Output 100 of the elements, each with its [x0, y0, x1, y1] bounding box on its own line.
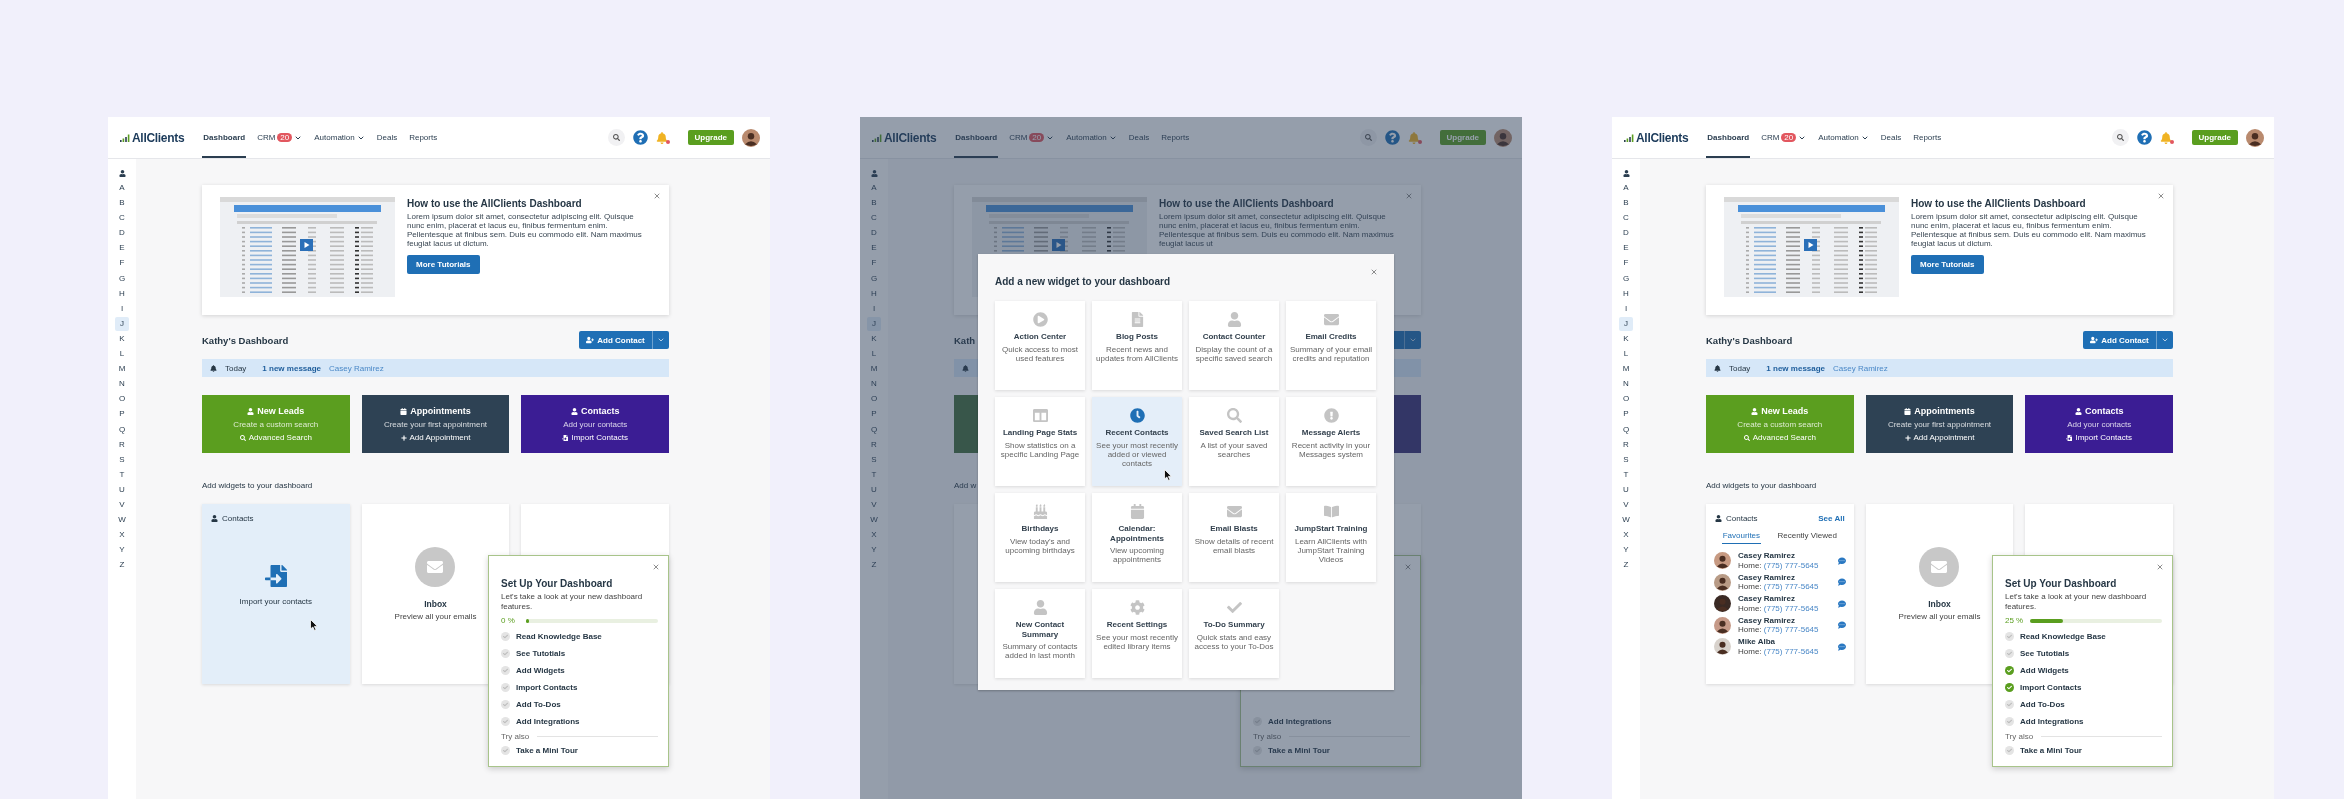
card-action-link[interactable]: Add Appointment — [400, 433, 471, 442]
check-circle-icon[interactable] — [501, 683, 510, 692]
letter-filter[interactable]: D — [1619, 226, 1633, 241]
bell-icon[interactable] — [1407, 131, 1420, 144]
search-button[interactable] — [2111, 129, 2129, 146]
letter-filter[interactable]: F — [115, 256, 129, 271]
letter-filter[interactable]: X — [115, 528, 129, 543]
widget-tile[interactable]: Email Credits Summary of your email credits and reputation — [1286, 301, 1376, 390]
check-circle-icon[interactable] — [501, 666, 510, 675]
check-circle-icon[interactable] — [2005, 632, 2014, 641]
letter-filter[interactable]: S — [115, 452, 129, 467]
widget-tile[interactable]: Saved Search List A list of your saved searches — [1189, 397, 1279, 486]
chat-icon[interactable] — [1837, 578, 1846, 587]
nav-tab[interactable]: Dashboard — [954, 117, 999, 158]
letter-filter[interactable]: A — [115, 181, 129, 195]
add-contact-button[interactable]: Add Contact — [579, 331, 669, 349]
phone-link[interactable]: (775) 777-5645 — [1763, 625, 1819, 635]
close-button[interactable] — [653, 192, 661, 200]
check-circle-icon[interactable] — [2005, 717, 2014, 726]
tab[interactable]: Favourites — [1721, 531, 1762, 544]
letter-filter[interactable]: U — [867, 482, 881, 497]
letter-filter[interactable]: V — [1619, 497, 1633, 512]
letter-filter[interactable]: B — [115, 196, 129, 211]
letter-filter[interactable]: D — [115, 226, 129, 241]
letter-filter[interactable]: D — [867, 226, 881, 241]
widget-tile[interactable]: To-Do Summary Quick stats and easy access to your To-Dos — [1189, 589, 1279, 678]
nav-tab[interactable]: Deals — [1127, 117, 1151, 158]
letter-filter[interactable]: F — [1619, 256, 1633, 271]
letter-filter[interactable]: A — [867, 181, 881, 195]
chat-icon[interactable] — [1837, 599, 1846, 608]
nav-tab[interactable]: Reports — [408, 117, 439, 158]
check-circle-icon[interactable] — [501, 717, 510, 726]
check-circle-icon[interactable] — [501, 649, 510, 658]
nav-tab[interactable]: Dashboard — [1706, 117, 1751, 158]
widget-tile[interactable]: Birthdays View today's and upcoming birthdays — [995, 493, 1085, 582]
letter-filter[interactable]: T — [1619, 467, 1633, 482]
letter-filter[interactable]: T — [115, 467, 129, 482]
search-button[interactable] — [607, 129, 625, 146]
letter-filter[interactable]: S — [867, 452, 881, 467]
letter-filter[interactable]: K — [115, 331, 129, 346]
letter-filter[interactable]: H — [1619, 286, 1633, 301]
letter-filter[interactable]: X — [867, 528, 881, 543]
letter-filter[interactable]: G — [115, 271, 129, 286]
nav-tab[interactable]: Automation — [313, 117, 366, 158]
widget-tile[interactable]: JumpStart Training Learn AllClients with JumpStart Training Videos — [1286, 493, 1376, 582]
nav-tab[interactable]: Reports — [1160, 117, 1191, 158]
bell-icon[interactable] — [2159, 131, 2172, 144]
letter-filter[interactable]: O — [867, 392, 881, 407]
check-circle-icon[interactable] — [2005, 649, 2014, 658]
nav-tab[interactable]: CRM 20 — [1760, 117, 1808, 158]
letter-filter[interactable]: N — [867, 377, 881, 392]
check-circle-icon[interactable] — [2005, 700, 2014, 709]
letter-filter[interactable]: R — [867, 437, 881, 452]
letter-filter[interactable]: H — [867, 286, 881, 301]
letter-filter[interactable]: J — [867, 316, 881, 331]
help-icon[interactable] — [632, 130, 648, 145]
letter-filter[interactable]: Z — [1619, 558, 1633, 573]
widget-tile[interactable]: Contact Counter Display the count of a specific saved search — [1189, 301, 1279, 390]
help-icon[interactable] — [1384, 130, 1400, 145]
widget-tile[interactable]: Recent Contacts See your most recently added or viewed contacts — [1092, 397, 1182, 486]
letter-filter[interactable]: L — [1619, 347, 1633, 362]
close-button[interactable] — [2157, 192, 2165, 200]
letter-filter[interactable]: U — [115, 482, 129, 497]
letter-filter[interactable]: N — [115, 377, 129, 392]
widget-tile[interactable]: Blog Posts Recent news and updates from AllClients — [1092, 301, 1182, 390]
phone-link[interactable]: (775) 777-5645 — [1763, 560, 1819, 570]
letter-filter[interactable]: L — [115, 347, 129, 362]
letter-filter[interactable]: O — [115, 392, 129, 407]
letter-filter[interactable]: P — [867, 407, 881, 422]
close-button[interactable] — [652, 563, 660, 571]
letter-filter[interactable]: I — [115, 301, 129, 316]
letter-filter[interactable]: V — [867, 497, 881, 512]
letter-filter[interactable]: B — [1619, 196, 1633, 211]
nav-tab[interactable]: Deals — [1879, 117, 1903, 158]
search-button[interactable] — [1359, 129, 1377, 146]
nav-tab[interactable]: CRM 20 — [1008, 117, 1056, 158]
tutorials-button[interactable]: More Tutorials — [407, 255, 480, 274]
letter-filter[interactable]: I — [1619, 301, 1633, 316]
letter-filter[interactable]: E — [1619, 241, 1633, 256]
phone-link[interactable]: (775) 777-5645 — [1763, 646, 1819, 656]
widget-tile[interactable]: Email Blasts Show details of recent email blasts — [1189, 493, 1279, 582]
letter-filter[interactable]: Z — [115, 558, 129, 573]
check-circle-icon[interactable] — [1253, 717, 1262, 726]
letter-filter[interactable]: W — [867, 513, 881, 528]
letter-filter[interactable]: Q — [115, 422, 129, 437]
letter-filter[interactable]: B — [867, 196, 881, 211]
letter-filter[interactable]: L — [867, 347, 881, 362]
check-circle-icon[interactable] — [501, 700, 510, 709]
letter-filter[interactable]: Q — [867, 422, 881, 437]
letter-filter[interactable]: V — [115, 497, 129, 512]
letter-filter[interactable]: Y — [1619, 543, 1633, 558]
close-button[interactable] — [2156, 563, 2164, 571]
person-icon[interactable] — [1622, 170, 1630, 177]
letter-filter[interactable]: H — [115, 286, 129, 301]
letter-filter[interactable]: G — [867, 271, 881, 286]
letter-filter[interactable]: P — [115, 407, 129, 422]
letter-filter[interactable]: A — [1619, 181, 1633, 195]
add-contact-button[interactable]: Add Contact — [2083, 331, 2173, 349]
check-circle-icon[interactable] — [501, 632, 510, 641]
letter-filter[interactable]: R — [1619, 437, 1633, 452]
